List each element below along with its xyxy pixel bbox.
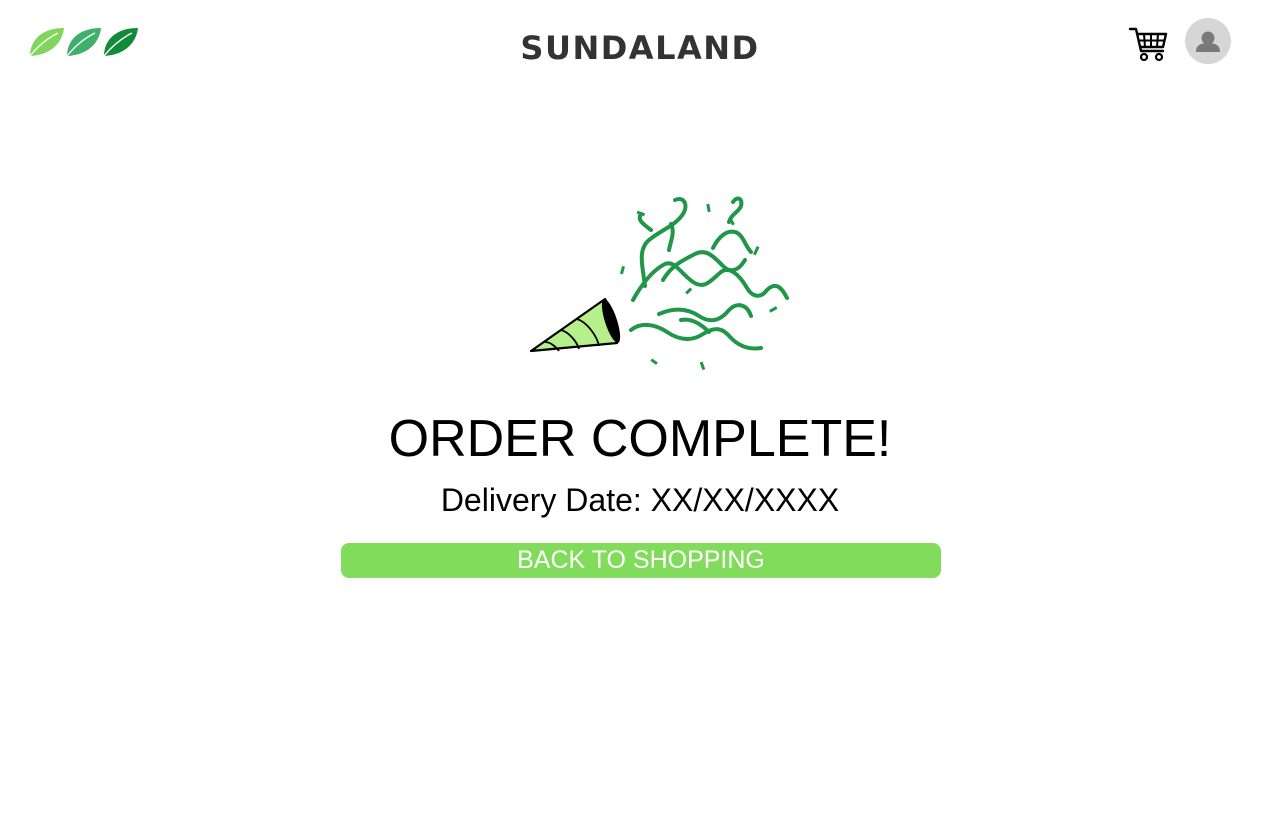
order-complete-title: ORDER COMPLETE! — [388, 410, 892, 468]
back-to-shopping-button[interactable]: BACK TO SHOPPING — [341, 543, 941, 578]
party-popper-icon — [529, 196, 789, 371]
leaf-logo-icon[interactable] — [28, 24, 142, 58]
delivery-date-label: Delivery Date: — [440, 482, 642, 518]
party-popper-illustration — [525, 190, 800, 380]
cart-button[interactable] — [1128, 25, 1170, 63]
user-avatar-button[interactable] — [1185, 18, 1231, 64]
user-avatar-icon — [1196, 31, 1220, 52]
shopping-cart-icon — [1128, 27, 1168, 62]
top-header: SUNDALAND — [0, 0, 1280, 96]
brand-name[interactable]: SUNDALAND — [340, 28, 940, 68]
delivery-date-value: XX/XX/XXXX — [650, 482, 840, 518]
delivery-date: Delivery Date: XX/XX/XXXX — [240, 481, 1040, 519]
